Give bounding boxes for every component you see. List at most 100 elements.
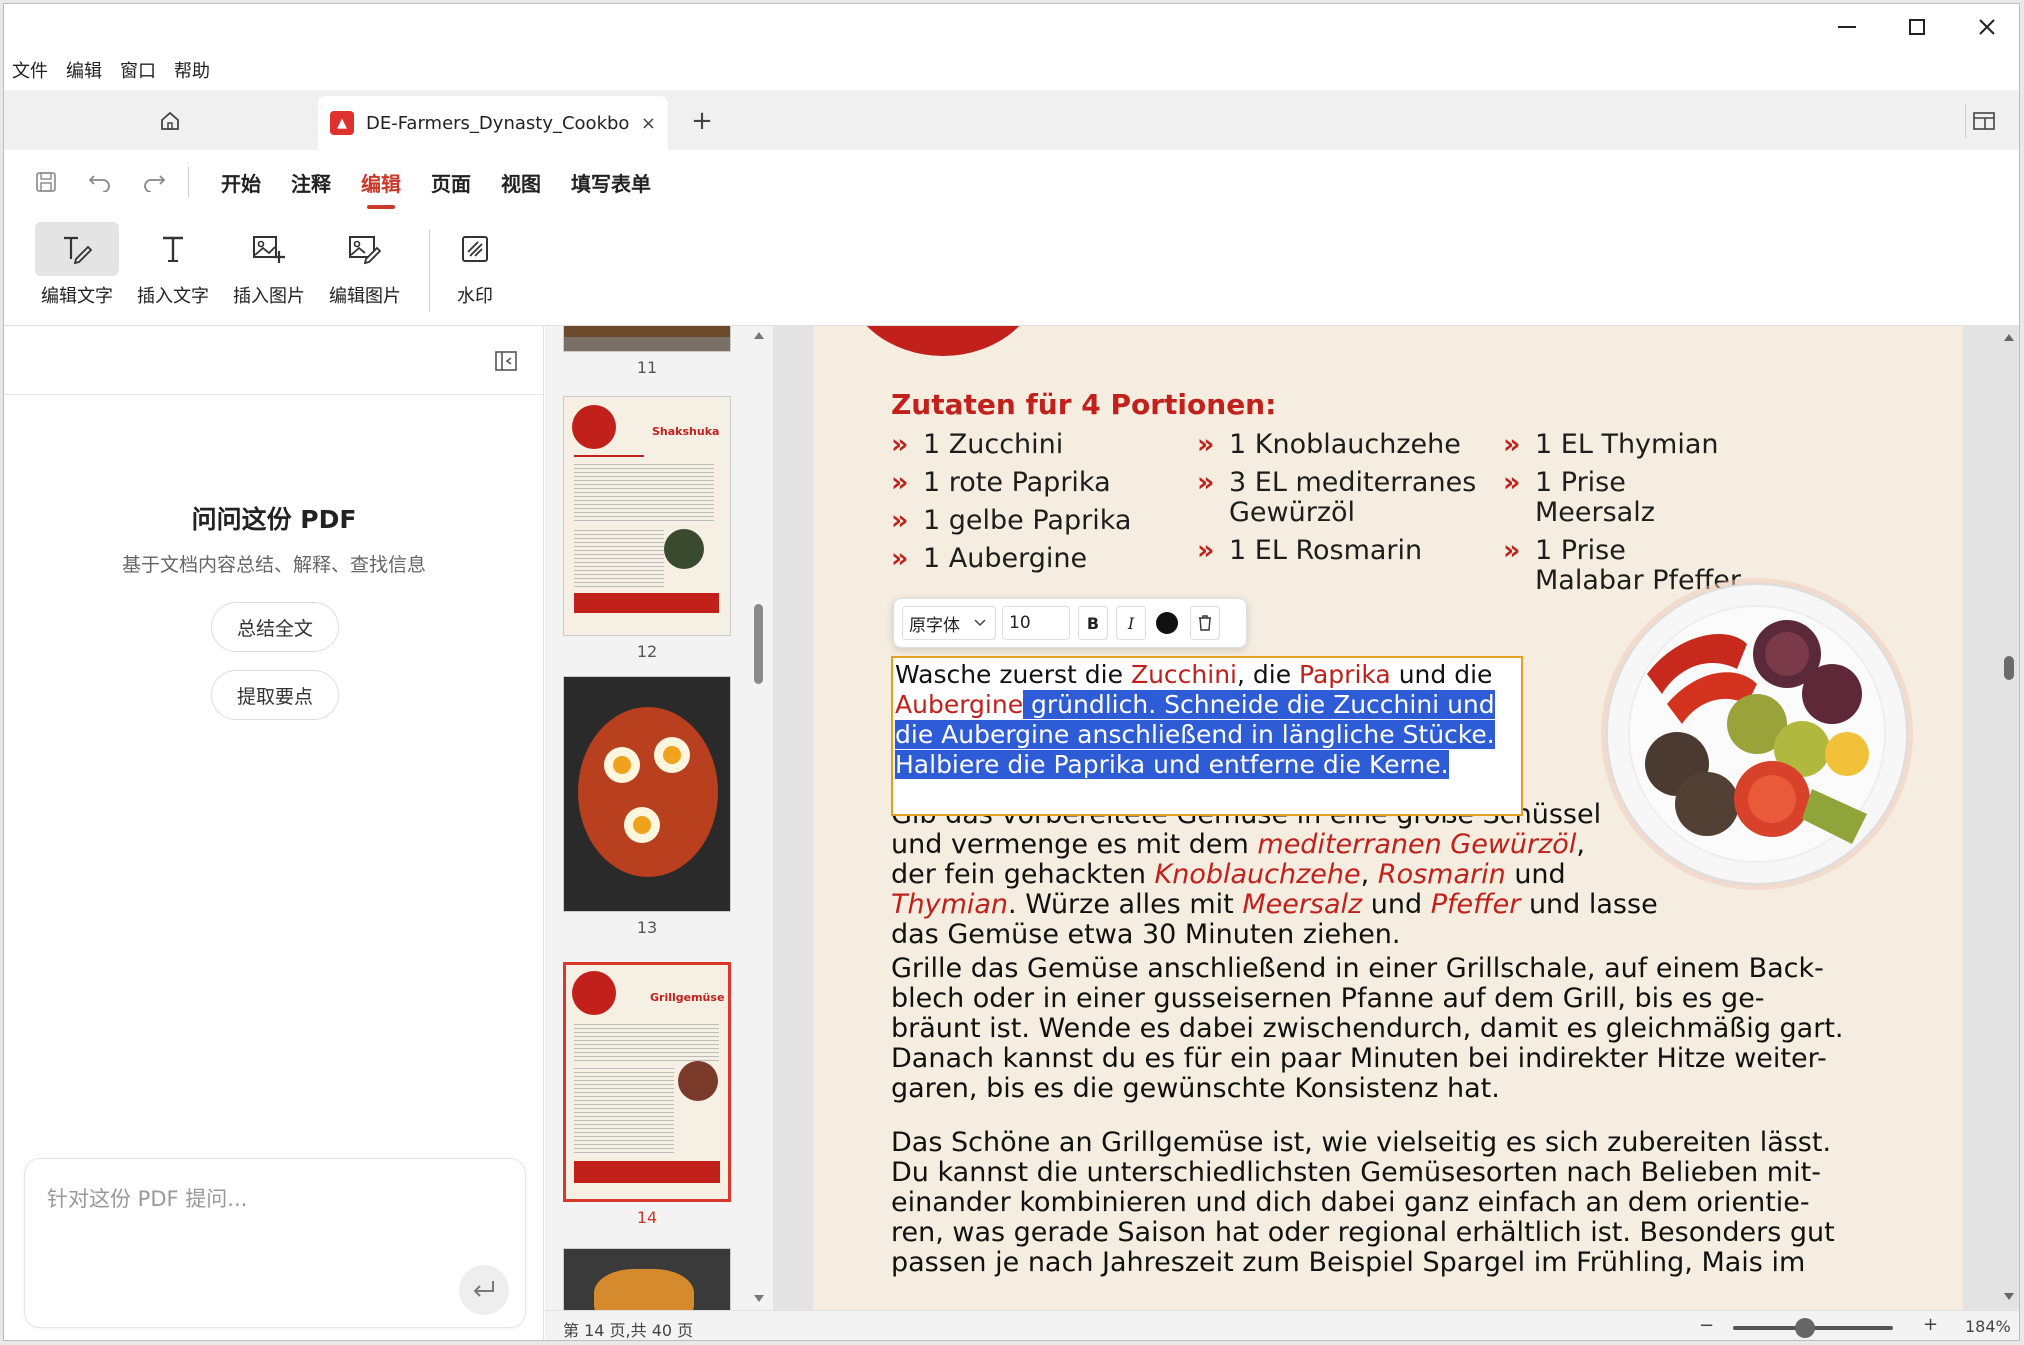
thumbnail-scrollbar[interactable] — [750, 326, 768, 1310]
text-span: und lasse — [1520, 889, 1658, 920]
thumbnail-shakshuka-photo — [578, 707, 718, 877]
ingredient-item: » 1 gelbe Paprika — [891, 502, 1131, 540]
text-line: einander kombinieren und dich dabei ganz… — [891, 1187, 1810, 1218]
document-tab[interactable]: ▲ DE-Farmers_Dynasty_Cookbo... × — [318, 96, 668, 150]
menu-file[interactable]: 文件 — [12, 57, 48, 83]
insert-image-tool[interactable]: 插入图片 — [224, 222, 314, 318]
window-layout-icon — [1972, 112, 1995, 130]
undo-button[interactable] — [86, 168, 114, 196]
menu-help[interactable]: 帮助 — [174, 57, 210, 83]
ingredient-item: » 3 EL mediterranes Gewürzöl — [1197, 468, 1487, 528]
bold-button[interactable]: B — [1078, 606, 1108, 640]
ai-question-placeholder: 针对这份 PDF 提问... — [47, 1187, 248, 1211]
ingredient-text: 1 Prise Meersalz — [1535, 467, 1655, 528]
edit-text-icon — [64, 236, 93, 265]
text-line: und vermenge es mit dem mediterranen Gew… — [891, 830, 1658, 860]
font-family-select[interactable]: 原字体 — [902, 606, 996, 640]
tab-fill-form[interactable]: 填写表单 — [571, 168, 651, 197]
toggle-pane-button[interactable] — [1965, 104, 2001, 138]
home-tab[interactable] — [150, 104, 190, 138]
bullet-icon: » — [1503, 535, 1521, 566]
thumbnail-emblem — [572, 971, 616, 1015]
ai-question-input[interactable]: 针对这份 PDF 提问... — [24, 1158, 526, 1328]
scrollbar-thumb[interactable] — [754, 604, 763, 684]
maximize-icon — [1909, 19, 1925, 35]
ingredients-column-3: » 1 EL Thymian » 1 Prise Meersalz » 1 Prise… — [1503, 430, 1743, 596]
text-line: Das Schöne an Grillgemüse ist, wie viels… — [891, 1127, 1832, 1158]
thumbnail-page-12[interactable]: Shakshuka — [563, 396, 731, 636]
thumbnail-egg — [604, 747, 640, 783]
menu-edit[interactable]: 编辑 — [66, 57, 102, 83]
ingredients-column-2: » 1 Knoblauchzehe » 3 EL mediterranes Gewü… — [1197, 430, 1487, 566]
thumbnail-photo — [678, 1061, 718, 1101]
text-span: und — [1362, 889, 1431, 920]
tab-page[interactable]: 页面 — [431, 168, 471, 197]
thumbnail-number: 11 — [636, 358, 658, 377]
text-line: der fein gehackten Knoblauchzehe, Rosmar… — [891, 860, 1658, 890]
thumbnail-page-14[interactable]: Grillgemüse — [563, 962, 731, 1202]
ingredient-text: 1 Knoblauchzehe — [1229, 429, 1461, 460]
pdf-file-icon: ▲ — [330, 111, 354, 135]
insert-image-icon — [253, 236, 285, 263]
ingredient-link: mediterranen Gewürzöl — [1257, 829, 1577, 860]
ingredient-text: 1 rote Paprika — [923, 467, 1111, 498]
undo-icon — [88, 175, 110, 192]
zoom-level[interactable]: 184% — [1965, 1317, 2011, 1336]
thumbnail-page-15[interactable] — [563, 1248, 731, 1310]
paragraph-grill: Grille das Gemüse anschließend in einer … — [891, 954, 1844, 1104]
insert-text-tool[interactable]: 插入文字 — [128, 222, 218, 318]
menu-window[interactable]: 窗口 — [120, 57, 156, 83]
thumbnail-page-13[interactable] — [563, 676, 731, 912]
text-line: das Gemüse etwa 30 Minuten ziehen. — [891, 919, 1401, 950]
bullet-icon: » — [1197, 429, 1215, 460]
insert-text-label: 插入文字 — [137, 286, 209, 307]
ingredients-heading: Zutaten für 4 Portionen: — [891, 388, 1277, 421]
font-size-input[interactable]: 10 — [1002, 606, 1070, 640]
send-question-button[interactable] — [459, 1265, 509, 1315]
chevron-down-icon — [974, 619, 986, 627]
tab-annotate[interactable]: 注释 — [291, 168, 331, 197]
close-tab-button[interactable]: × — [641, 113, 656, 134]
edit-image-tool[interactable]: 编辑图片 — [320, 222, 410, 318]
document-scrollbar[interactable] — [1999, 326, 2019, 1310]
insert-text-icon — [163, 236, 183, 262]
text-edit-box[interactable]: Wasche zuerst die Zucchini, die Paprika … — [891, 656, 1523, 816]
document-tab-title: DE-Farmers_Dynasty_Cookbo... — [366, 112, 631, 134]
collapse-panel-button[interactable] — [494, 350, 520, 374]
thumbnail-text-block — [574, 1021, 719, 1061]
summarize-button[interactable]: 总结全文 — [211, 602, 339, 652]
tab-edit[interactable]: 编辑 — [361, 168, 401, 209]
panel-divider — [4, 394, 544, 395]
thumbnail-title: Grillgemüse — [650, 991, 725, 1004]
delete-text-button[interactable] — [1190, 606, 1220, 640]
minimize-button[interactable] — [1812, 4, 1882, 50]
edit-text-tool[interactable]: 编辑文字 — [32, 222, 122, 318]
tab-home[interactable]: 开始 — [221, 168, 261, 197]
pdf-page: Zutaten für 4 Portionen: » 1 Zucchini » 1 … — [813, 326, 1963, 1310]
close-window-button[interactable] — [1952, 4, 2019, 50]
zoom-slider-handle[interactable] — [1795, 1318, 1815, 1338]
thumbnail-banner — [574, 1161, 720, 1183]
text-span: und vermenge es mit dem — [891, 829, 1258, 860]
text-line: blech oder in einer gusseisernen Pfanne … — [891, 983, 1765, 1014]
extract-keypoints-button[interactable]: 提取要点 — [211, 670, 339, 720]
thumbnail-banner — [574, 593, 719, 613]
zoom-in-button[interactable]: + — [1923, 1314, 1938, 1335]
page-indicator: 第 14 页,共 40 页 — [563, 1321, 694, 1340]
new-tab-button[interactable]: + — [684, 104, 720, 138]
redo-button[interactable] — [140, 168, 168, 196]
ingredient-text: 1 gelbe Paprika — [923, 505, 1132, 536]
text-span: . Würze alles mit — [1008, 889, 1243, 920]
maximize-button[interactable] — [1882, 4, 1952, 50]
tab-view[interactable]: 视图 — [501, 168, 541, 197]
scrollbar-thumb[interactable] — [2004, 656, 2014, 680]
text-color-button[interactable] — [1156, 612, 1178, 634]
italic-button[interactable]: I — [1116, 606, 1146, 640]
text-line: Grille das Gemüse anschließend in einer … — [891, 953, 1824, 984]
watermark-tool[interactable]: 水印 — [430, 222, 520, 318]
tab-strip: ▲ DE-Farmers_Dynasty_Cookbo... × + — [4, 90, 2019, 150]
zoom-out-button[interactable]: − — [1699, 1315, 1714, 1336]
thumbnail-page-11[interactable] — [563, 326, 731, 352]
document-view[interactable]: Zutaten für 4 Portionen: » 1 Zucchini » 1 … — [773, 326, 2019, 1310]
save-button[interactable] — [32, 168, 60, 196]
